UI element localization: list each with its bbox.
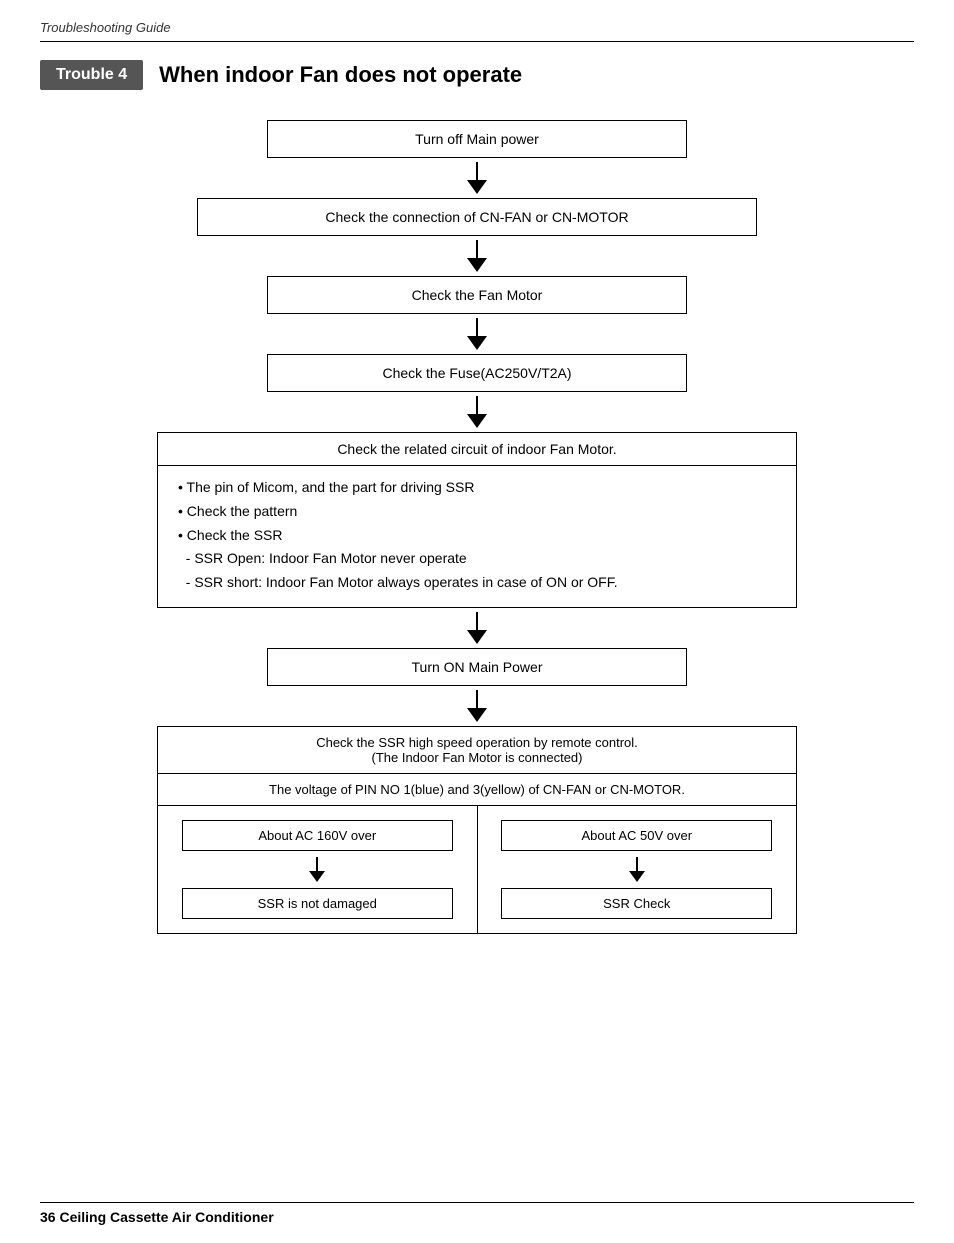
col-arrow-stem (316, 857, 318, 871)
col-left-arrow (309, 857, 325, 882)
col-arrow-head (629, 871, 645, 882)
col-right-arrow (629, 857, 645, 882)
arrow-head (467, 630, 487, 644)
bottom-section: Check the SSR high speed operation by re… (157, 726, 797, 934)
arrow-stem (476, 162, 478, 180)
arrow-head (467, 258, 487, 272)
arrow-2 (467, 240, 487, 272)
footer-text: 36 Ceiling Cassette Air Conditioner (40, 1209, 274, 1225)
col-arrow-head (309, 871, 325, 882)
box-check-fan-motor: Check the Fan Motor (267, 276, 687, 314)
box-check-connection: Check the connection of CN-FAN or CN-MOT… (197, 198, 757, 236)
bottom-col-left: About AC 160V over SSR is not damaged (158, 806, 478, 933)
box-check-fuse: Check the Fuse(AC250V/T2A) (267, 354, 687, 392)
bottom-top-text: Check the SSR high speed operation by re… (158, 727, 796, 774)
bottom-voltage-text: The voltage of PIN NO 1(blue) and 3(yell… (158, 774, 796, 806)
big-box-line-2: • Check the pattern (178, 500, 776, 524)
big-box-body: • The pin of Micom, and the part for dri… (158, 466, 796, 607)
arrow-6 (467, 690, 487, 722)
box-turn-on-power: Turn ON Main Power (267, 648, 687, 686)
arrow-stem (476, 240, 478, 258)
col-right-label-box: About AC 50V over (501, 820, 772, 851)
bottom-cols: About AC 160V over SSR is not damaged Ab… (158, 806, 796, 933)
top-label: Troubleshooting Guide (40, 20, 914, 35)
col-left-label-box: About AC 160V over (182, 820, 453, 851)
arrow-head (467, 708, 487, 722)
arrow-stem (476, 690, 478, 708)
arrow-stem (476, 318, 478, 336)
top-rule (40, 41, 914, 42)
col-left-result-box: SSR is not damaged (182, 888, 453, 919)
arrow-stem (476, 612, 478, 630)
trouble-header: Trouble 4 When indoor Fan does not opera… (40, 60, 914, 90)
flowchart: Turn off Main power Check the connection… (40, 120, 914, 934)
big-box-header: Check the related circuit of indoor Fan … (158, 433, 796, 466)
arrow-5 (467, 612, 487, 644)
footer: 36 Ceiling Cassette Air Conditioner (40, 1202, 914, 1225)
trouble-badge: Trouble 4 (40, 60, 143, 90)
box-turn-off-power: Turn off Main power (267, 120, 687, 158)
page: Troubleshooting Guide Trouble 4 When ind… (0, 0, 954, 1243)
col-arrow-stem (636, 857, 638, 871)
big-box-line-3: • Check the SSR (178, 524, 776, 548)
bottom-col-right: About AC 50V over SSR Check (478, 806, 797, 933)
arrow-head (467, 414, 487, 428)
big-box-circuit: Check the related circuit of indoor Fan … (157, 432, 797, 608)
arrow-head (467, 180, 487, 194)
arrow-3 (467, 318, 487, 350)
trouble-title: When indoor Fan does not operate (159, 62, 522, 88)
col-right-result-box: SSR Check (501, 888, 772, 919)
big-box-line-4: - SSR Open: Indoor Fan Motor never opera… (178, 547, 776, 571)
arrow-stem (476, 396, 478, 414)
arrow-head (467, 336, 487, 350)
big-box-line-5: - SSR short: Indoor Fan Motor always ope… (178, 571, 776, 595)
arrow-4 (467, 396, 487, 428)
big-box-line-1: • The pin of Micom, and the part for dri… (178, 476, 776, 500)
arrow-1 (467, 162, 487, 194)
